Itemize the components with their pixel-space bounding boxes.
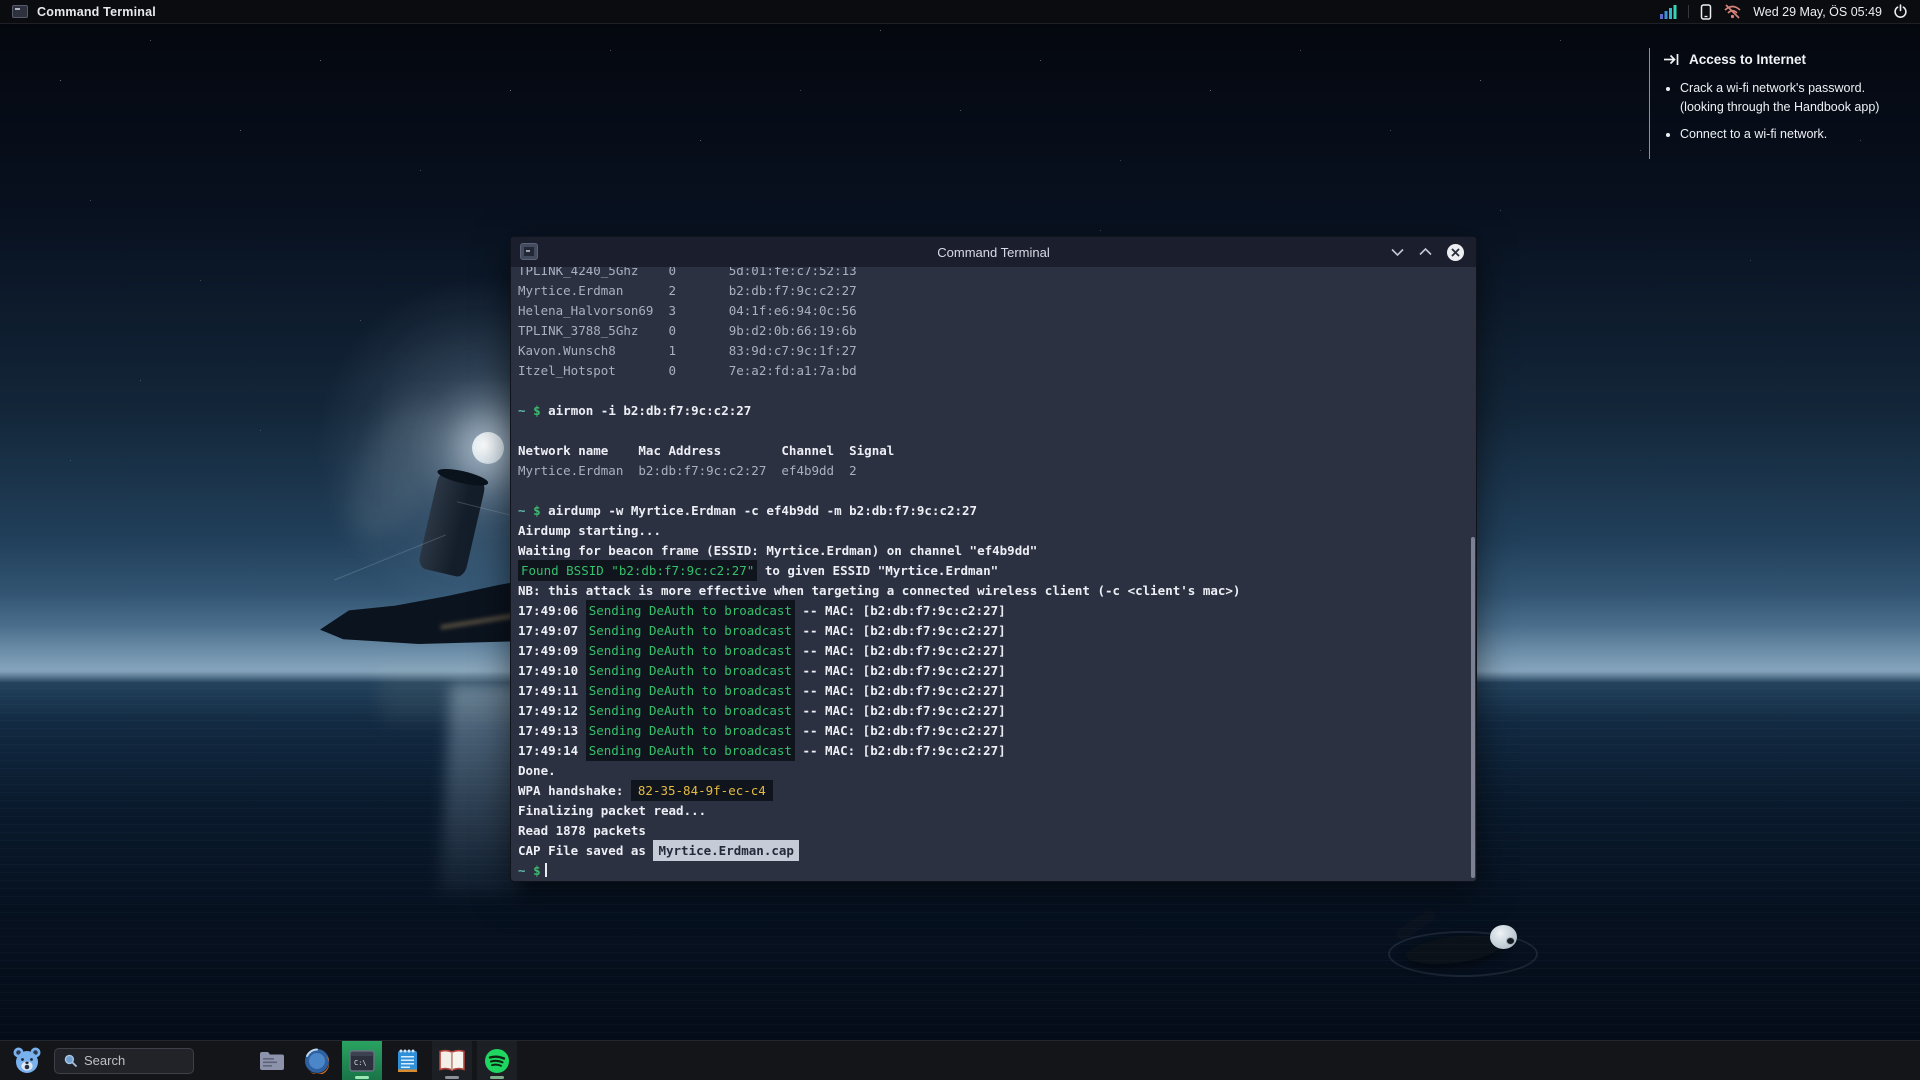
network-stats-icon[interactable] [1660, 4, 1677, 19]
terminal-cursor [544, 863, 547, 877]
system-topbar: Command Terminal Wed 29 May, ÖS 05:49 [0, 0, 1920, 24]
terminal-line: WPA handshake: 82-35-84-9f-ec-c4 [518, 780, 1476, 801]
objective-list: Crack a wi-fi network's password. (looki… [1680, 79, 1905, 144]
terminal-line: 17:49:07 Sending DeAuth to broadcast -- … [518, 620, 1476, 641]
water-ripple [1388, 931, 1538, 977]
book-icon [439, 1049, 465, 1071]
terminal-window: Command Terminal TPLINK_4240_5Ghz 0 5d:0… [510, 236, 1477, 882]
taskbar: Search C:\ [0, 1040, 1920, 1080]
swimmer-cap [1490, 925, 1517, 949]
ship-funnel [417, 469, 487, 579]
terminal-line: Done. [518, 763, 556, 778]
running-indicator [355, 1075, 369, 1079]
moon [472, 432, 504, 464]
running-indicator [490, 1075, 504, 1079]
spotify-icon [485, 1048, 509, 1073]
terminal-line: Myrtice.Erdman 2 b2:db:f7:9c:c2:27 [518, 283, 857, 298]
terminal-line: 17:49:14 Sending DeAuth to broadcast -- … [518, 740, 1476, 761]
taskbar-item-browser[interactable] [297, 1041, 337, 1080]
start-menu-button[interactable] [10, 1044, 44, 1078]
topbar-separator [1688, 5, 1690, 18]
terminal-line: 17:49:13 Sending DeAuth to broadcast -- … [518, 720, 1476, 741]
power-icon[interactable] [1893, 4, 1908, 19]
access-arrow-icon [1664, 54, 1679, 65]
terminal-line: 17:49:10 Sending DeAuth to broadcast -- … [518, 660, 1476, 681]
terminal-output: TPLINK_4240_5Ghz 0 5d:01:fe:c7:52:13 Myrt… [518, 267, 1476, 881]
running-indicator [445, 1075, 459, 1079]
terminal-line: CAP File saved as Myrtice.Erdman.cap [518, 840, 1476, 861]
maximize-icon[interactable] [1419, 248, 1432, 256]
terminal-line: 17:49:12 Sending DeAuth to broadcast -- … [518, 700, 1476, 721]
wifi-off-icon[interactable] [1723, 4, 1742, 19]
terminal-body[interactable]: TPLINK_4240_5Ghz 0 5d:01:fe:c7:52:13 Myrt… [511, 267, 1476, 881]
terminal-icon: C:\ [349, 1049, 375, 1072]
swimmer-goggles [1506, 937, 1515, 945]
terminal-line: 17:49:06 Sending DeAuth to broadcast -- … [518, 600, 1476, 621]
terminal-line: ~ $ airmon -i b2:db:f7:9c:c2:27 [518, 403, 752, 418]
active-app-title: Command Terminal [37, 4, 156, 19]
terminal-line: Finalizing packet read... [518, 803, 707, 818]
terminal-line: ~ $ [518, 861, 1476, 881]
taskbar-item-music[interactable] [477, 1040, 517, 1080]
terminal-line: Itzel_Hotspot 0 7e:a2:fd:a1:7a:bd [518, 363, 857, 378]
terminal-scrollbar[interactable] [1471, 537, 1475, 878]
terminal-line: Helena_Halvorson69 3 04:1f:e6:94:0c:56 [518, 303, 857, 318]
terminal-line: Network name Mac Address Channel Signal [518, 443, 895, 458]
folder-icon [260, 1051, 284, 1070]
objective-item: Connect to a wi-fi network. [1680, 125, 1905, 144]
bear-icon [13, 1047, 41, 1073]
svg-text:C:\: C:\ [354, 1059, 367, 1067]
objective-panel: Access to Internet Crack a wi-fi network… [1649, 48, 1905, 159]
swimmer-body [1404, 931, 1504, 969]
terminal-window-title: Command Terminal [937, 244, 1050, 260]
desktop: Command Terminal Wed 29 May, ÖS 05:49 Ac… [0, 0, 1920, 1080]
search-input[interactable]: Search [54, 1047, 194, 1074]
terminal-line: Waiting for beacon frame (ESSID: Myrtice… [518, 543, 1038, 558]
terminal-line: Kavon.Wunsch8 1 83:9d:c7:9c:1f:27 [518, 343, 857, 358]
terminal-line: ~ $ airdump -w Myrtice.Erdman -c ef4b9dd… [518, 503, 978, 518]
swimmer [1388, 893, 1538, 988]
browser-icon [305, 1048, 330, 1074]
terminal-line: Airdump starting... [518, 523, 661, 538]
minimize-icon[interactable] [1391, 248, 1404, 256]
swimmer-arm [1394, 907, 1438, 943]
close-icon[interactable] [1447, 243, 1464, 261]
search-placeholder: Search [84, 1053, 126, 1068]
terminal-line: NB: this attack is more effective when t… [518, 583, 1241, 598]
terminal-line: TPLINK_4240_5Ghz 0 5d:01:fe:c7:52:13 [518, 267, 857, 278]
phone-icon[interactable] [1700, 3, 1712, 20]
terminal-line: Myrtice.Erdman b2:db:f7:9c:c2:27 ef4b9dd… [518, 463, 857, 478]
notepad-icon [397, 1049, 417, 1072]
terminal-titlebar[interactable]: Command Terminal [511, 237, 1476, 267]
active-app-icon [12, 5, 28, 18]
objective-item: Crack a wi-fi network's password. (looki… [1680, 79, 1905, 116]
taskbar-item-terminal-active[interactable]: C:\ [342, 1040, 382, 1080]
clock[interactable]: Wed 29 May, ÖS 05:49 [1753, 5, 1882, 19]
terminal-line: TPLINK_3788_5Ghz 0 9b:d2:0b:66:19:6b [518, 323, 857, 338]
terminal-line: 17:49:11 Sending DeAuth to broadcast -- … [518, 680, 1476, 701]
search-icon [64, 1054, 77, 1067]
terminal-line: 17:49:09 Sending DeAuth to broadcast -- … [518, 640, 1476, 661]
objective-title: Access to Internet [1689, 52, 1807, 67]
taskbar-item-handbook[interactable] [432, 1040, 472, 1080]
terminal-line: Read 1878 packets [518, 823, 646, 838]
terminal-line: Found BSSID "b2:db:f7:9c:c2:27" to given… [518, 560, 1476, 581]
taskbar-item-notepad[interactable] [387, 1041, 427, 1080]
taskbar-item-file-explorer[interactable] [252, 1041, 292, 1080]
